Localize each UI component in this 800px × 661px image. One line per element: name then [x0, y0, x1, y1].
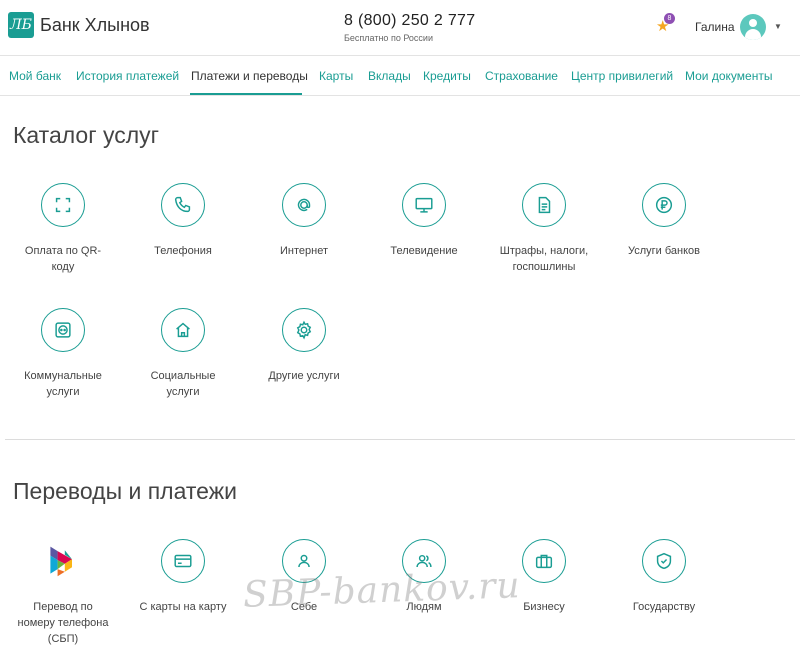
service-television[interactable]: Телевидение [369, 183, 479, 259]
sbp-logo-icon [50, 546, 72, 577]
tile-label: Государству [632, 601, 696, 613]
service-internet[interactable]: Интернет [249, 183, 359, 259]
service-bank-services[interactable]: Услуги банков [609, 183, 719, 259]
nav-deposits[interactable]: Вклады [368, 69, 411, 83]
people-icon [416, 554, 432, 568]
tile-label: Интернет [280, 245, 328, 257]
tv-icon [415, 197, 433, 213]
nav-insurance[interactable]: Страхование [485, 69, 558, 83]
tile-label: С карты на карту [139, 601, 227, 613]
header: ЛБ Банк Хлынов 8 (800) 250 2 777 Бесплат… [0, 0, 800, 56]
avatar-body [745, 29, 761, 40]
tile-label: Социальные услуги [150, 370, 216, 398]
gear-icon [296, 320, 312, 340]
transfer-people[interactable]: Людям [369, 539, 479, 615]
nav-credits[interactable]: Кредиты [423, 69, 471, 83]
phone-number[interactable]: 8 (800) 250 2 777 [344, 12, 475, 30]
nav-privileges[interactable]: Центр привилегий [571, 69, 673, 83]
tile-label: Коммунальные услуги [24, 370, 102, 398]
service-telephony[interactable]: Телефония [128, 183, 238, 259]
transfers-title: Переводы и платежи [13, 478, 237, 504]
nav-my-bank[interactable]: Мой банк [9, 69, 61, 83]
favorites-button[interactable]: ★ 8 [656, 13, 675, 35]
notification-badge: 8 [664, 13, 675, 24]
nav-active-underline [190, 93, 302, 95]
tile-label: Людям [406, 601, 442, 613]
transfer-card-to-card[interactable]: С карты на карту [128, 539, 238, 615]
avatar[interactable] [740, 14, 766, 40]
nav-documents[interactable]: Мои документы [685, 69, 772, 83]
nav-payment-history[interactable]: История платежей [76, 69, 179, 83]
service-qr-payment[interactable]: Оплата по QR- коду [8, 183, 118, 275]
tile-label: Услуги банков [627, 245, 701, 257]
tile-label: Себе [290, 601, 318, 613]
shield-icon [656, 552, 672, 570]
nav-payments-transfers[interactable]: Платежи и переводы [191, 69, 308, 83]
transfer-government[interactable]: Государству [609, 539, 719, 615]
house-icon [176, 322, 190, 338]
socket-icon [55, 322, 71, 338]
catalog-title: Каталог услуг [13, 122, 160, 148]
phone-note: Бесплатно по России [344, 33, 433, 43]
chevron-down-icon[interactable]: ▼ [774, 22, 782, 31]
phone-icon [174, 196, 191, 213]
ruble-icon [655, 196, 673, 214]
service-utilities[interactable]: Коммунальные услуги [8, 308, 118, 400]
user-name[interactable]: Галина [695, 20, 735, 34]
tile-label: Другие услуги [268, 370, 340, 382]
tile-label: Штрафы, налоги, госпошлины [499, 245, 589, 273]
service-other[interactable]: Другие услуги [249, 308, 359, 384]
tile-label: Телевидение [390, 245, 458, 257]
transfer-sbp[interactable]: Перевод по номеру телефона (СБП) [8, 539, 118, 647]
briefcase-icon [535, 554, 553, 569]
card-icon [174, 554, 192, 568]
contact-phone: 8 (800) 250 2 777 Бесплатно по России [344, 12, 475, 43]
document-icon [538, 196, 551, 214]
person-icon [298, 554, 310, 568]
tile-label: Перевод по номеру телефона (СБП) [17, 601, 109, 645]
transfer-business[interactable]: Бизнесу [489, 539, 599, 615]
service-fines-taxes[interactable]: Штрафы, налоги, госпошлины [489, 183, 599, 275]
tile-label: Оплата по QR- коду [24, 245, 102, 273]
section-divider [5, 439, 795, 440]
bank-logo[interactable]: ЛБ Банк Хлынов [8, 12, 150, 38]
main-nav: Мой банк История платежей Платежи и пере… [0, 56, 800, 96]
transfer-self[interactable]: Себе [249, 539, 359, 615]
bank-name: Банк Хлынов [40, 14, 150, 35]
tile-label: Телефония [154, 245, 212, 257]
nav-cards[interactable]: Карты [319, 69, 353, 83]
qr-scan-icon [55, 197, 71, 213]
avatar-head [749, 19, 757, 27]
tile-label: Бизнесу [523, 601, 565, 613]
at-icon [297, 198, 311, 212]
service-social[interactable]: Социальные услуги [128, 308, 238, 400]
bank-logo-icon: ЛБ [8, 12, 34, 38]
